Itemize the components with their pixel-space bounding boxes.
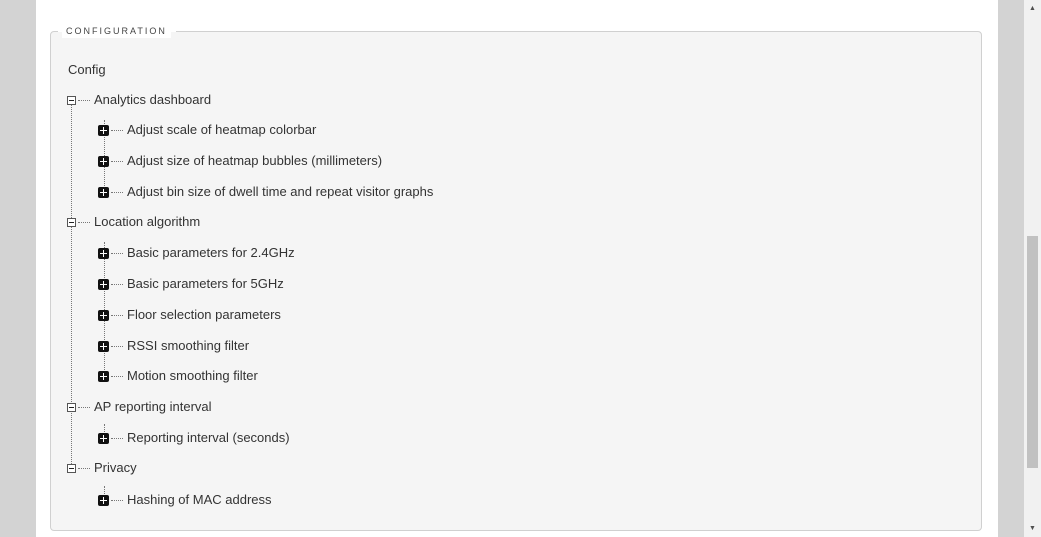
tree-leaf[interactable]: Adjust size of heatmap bubbles (millimet…: [98, 153, 382, 169]
tree-leaf-label: Adjust scale of heatmap colorbar: [127, 122, 317, 137]
left-gutter: [0, 0, 36, 537]
tree-node-label: Location algorithm: [94, 214, 201, 229]
plus-square-icon[interactable]: [98, 370, 109, 382]
minus-square-icon[interactable]: [67, 217, 76, 227]
plus-square-icon[interactable]: [98, 494, 109, 506]
tree-node-ap-reporting-interval[interactable]: AP reporting interval: [67, 399, 212, 415]
tree-leaf-label: Floor selection parameters: [127, 307, 281, 322]
tree-leaf[interactable]: Reporting interval (seconds): [98, 430, 290, 446]
vertical-scrollbar[interactable]: ▲ ▼: [1024, 0, 1041, 537]
plus-square-icon[interactable]: [98, 124, 109, 136]
tree-connector: [78, 406, 90, 408]
tree-connector: [111, 314, 123, 316]
tree-guide-line: [71, 98, 72, 472]
tree-leaf-label: Motion smoothing filter: [127, 368, 258, 383]
tree-leaf[interactable]: RSSI smoothing filter: [98, 338, 249, 354]
minus-square-icon[interactable]: [67, 463, 76, 473]
tree-leaf-label: Adjust size of heatmap bubbles (millimet…: [127, 153, 383, 168]
plus-square-icon[interactable]: [98, 186, 109, 198]
scroll-down-arrow-icon[interactable]: ▼: [1024, 520, 1041, 537]
tree-leaf[interactable]: Basic parameters for 5GHz: [98, 276, 284, 292]
tree-leaf-label: Hashing of MAC address: [127, 492, 272, 507]
tree-connector: [111, 252, 123, 254]
tree-connector: [111, 437, 123, 439]
tree-leaf[interactable]: Basic parameters for 2.4GHz: [98, 245, 295, 261]
tree-root-label[interactable]: Config: [68, 62, 106, 78]
panel-legend: CONFIGURATION: [62, 24, 171, 38]
tree-leaf-label: Basic parameters for 5GHz: [127, 276, 284, 291]
tree-node-privacy[interactable]: Privacy: [67, 460, 137, 476]
minus-square-icon[interactable]: [67, 95, 76, 105]
tree-connector: [111, 160, 123, 162]
plus-square-icon[interactable]: [98, 309, 109, 321]
tree-connector: [111, 129, 123, 131]
plus-square-icon[interactable]: [98, 155, 109, 167]
tree-node-label: Analytics dashboard: [94, 92, 212, 107]
plus-square-icon[interactable]: [98, 432, 109, 444]
right-gutter: [998, 0, 1024, 537]
plus-square-icon[interactable]: [98, 278, 109, 290]
plus-square-icon[interactable]: [98, 340, 109, 352]
tree-leaf-label: Adjust bin size of dwell time and repeat…: [127, 184, 434, 199]
tree-leaf-label: RSSI smoothing filter: [127, 338, 250, 353]
tree-node-label: AP reporting interval: [94, 399, 212, 414]
tree-leaf[interactable]: Hashing of MAC address: [98, 492, 272, 508]
tree-connector: [111, 375, 123, 377]
tree-leaf-label: Basic parameters for 2.4GHz: [127, 245, 295, 260]
tree-connector: [111, 499, 123, 501]
tree-connector: [78, 221, 90, 223]
tree-connector: [111, 283, 123, 285]
tree-leaf[interactable]: Adjust scale of heatmap colorbar: [98, 122, 316, 138]
tree-connector: [78, 99, 90, 101]
minus-square-icon[interactable]: [67, 402, 76, 412]
tree-connector: [111, 345, 123, 347]
plus-square-icon[interactable]: [98, 247, 109, 259]
scrollbar-thumb[interactable]: [1027, 236, 1038, 468]
tree-leaf-label: Reporting interval (seconds): [127, 430, 290, 445]
tree-connector: [111, 191, 123, 193]
tree-node-location-algorithm[interactable]: Location algorithm: [67, 214, 200, 230]
tree-node-analytics-dashboard[interactable]: Analytics dashboard: [67, 92, 211, 108]
tree-leaf[interactable]: Adjust bin size of dwell time and repeat…: [98, 184, 433, 200]
tree-connector: [78, 467, 90, 469]
tree-leaf[interactable]: Floor selection parameters: [98, 307, 281, 323]
tree-node-label: Privacy: [94, 460, 137, 475]
scroll-up-arrow-icon[interactable]: ▲: [1024, 0, 1041, 17]
tree-leaf[interactable]: Motion smoothing filter: [98, 368, 258, 384]
